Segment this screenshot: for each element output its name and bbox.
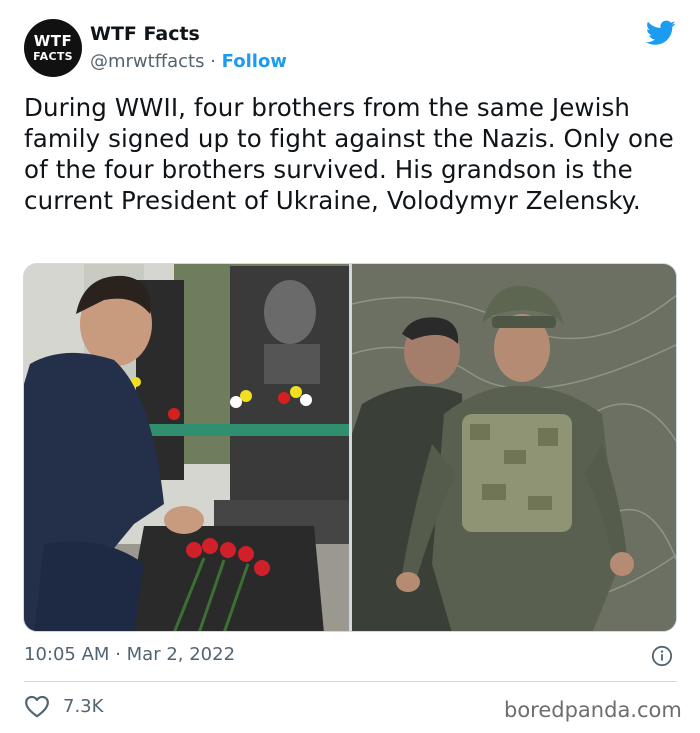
follow-button[interactable]: Follow — [222, 51, 287, 72]
frontline-illustration — [352, 264, 676, 631]
photo-grave-visit[interactable] — [24, 264, 349, 631]
tweet-date[interactable]: Mar 2, 2022 — [127, 644, 235, 665]
timestamp-row: 10:05 AM · Mar 2, 2022 — [24, 644, 235, 665]
handle-separator: · — [210, 51, 222, 72]
like-count: 7.3K — [63, 695, 104, 717]
watermark: boredpanda.com — [504, 698, 682, 722]
like-button[interactable]: 7.3K — [24, 694, 103, 718]
avatar-text-line1: WTF — [33, 32, 73, 50]
info-icon[interactable] — [651, 645, 673, 667]
tweet-card: WTF FACTS WTF Facts @mrwtffacts · Follow… — [0, 0, 700, 733]
grave-visit-illustration — [24, 264, 349, 631]
timestamp-separator: · — [115, 644, 127, 665]
account-name[interactable]: WTF Facts — [90, 23, 200, 45]
avatar-text-line2: FACTS — [33, 50, 73, 63]
heart-icon — [25, 695, 49, 718]
avatar[interactable]: WTF FACTS — [24, 19, 82, 77]
tweet-text: During WWII, four brothers from the same… — [24, 93, 674, 215]
account-handle[interactable]: @mrwtffacts — [90, 51, 204, 72]
photo-frontline-visit[interactable] — [352, 264, 676, 631]
twitter-bird-icon[interactable] — [646, 20, 676, 46]
divider — [24, 681, 677, 682]
handle-row: @mrwtffacts · Follow — [90, 51, 287, 72]
media-grid[interactable] — [23, 263, 677, 632]
tweet-time[interactable]: 10:05 AM — [24, 644, 109, 665]
